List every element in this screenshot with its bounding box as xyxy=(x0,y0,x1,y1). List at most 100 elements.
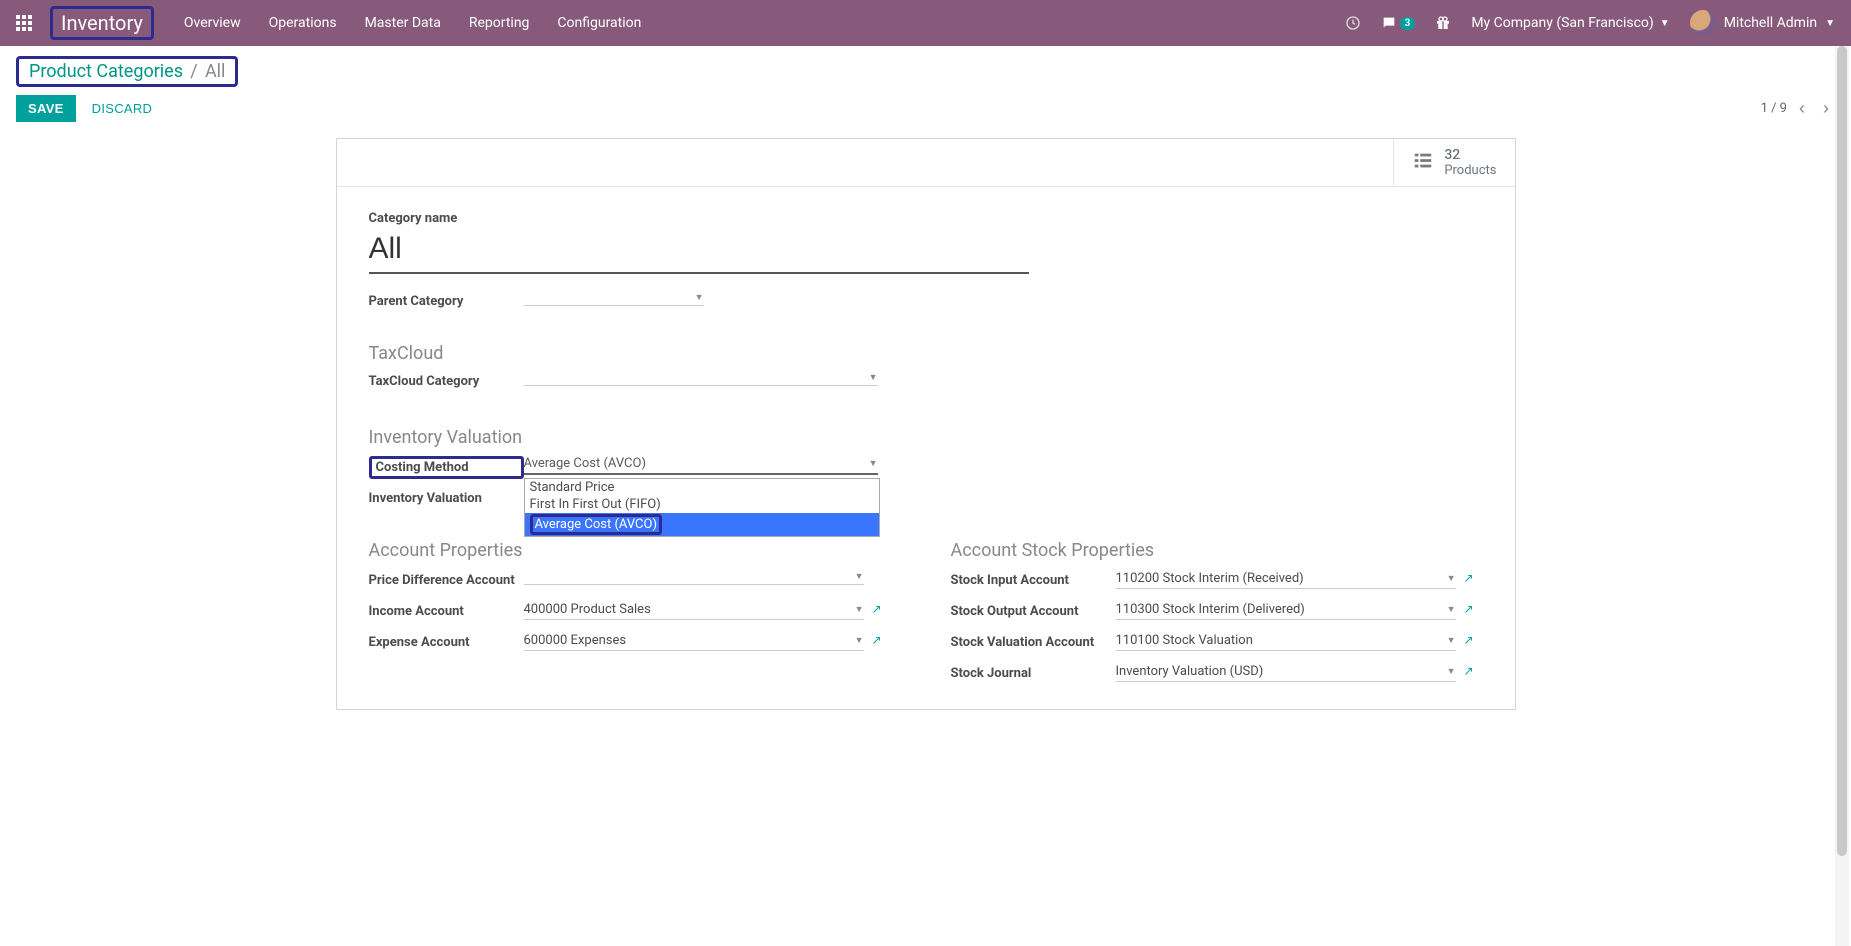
income-account-label: Income Account xyxy=(369,602,524,619)
stat-products-button[interactable]: 32 Products xyxy=(1393,139,1514,186)
breadcrumb-current: All xyxy=(205,61,226,82)
price-diff-select[interactable]: ▼ xyxy=(524,571,864,585)
expense-account-value: 600000 Expenses xyxy=(524,633,627,648)
scrollbar-thumb[interactable] xyxy=(1837,46,1847,856)
caret-down-icon: ▼ xyxy=(855,604,864,615)
save-button[interactable]: Save xyxy=(16,95,76,122)
chat-icon[interactable]: 3 xyxy=(1381,15,1416,31)
external-link-icon[interactable]: ↗ xyxy=(1464,602,1474,616)
inventory-valuation-heading: Inventory Valuation xyxy=(369,427,1483,448)
company-name: My Company (San Francisco) xyxy=(1471,15,1653,31)
pager-prev-button[interactable]: ‹ xyxy=(1793,96,1811,121)
caret-down-icon: ▼ xyxy=(695,292,704,303)
caret-down-icon: ▼ xyxy=(855,571,864,582)
nav-masterdata[interactable]: Master Data xyxy=(365,15,441,31)
costing-method-value: Average Cost (AVCO) xyxy=(524,456,646,471)
external-link-icon[interactable]: ↗ xyxy=(872,633,882,647)
caret-down-icon: ▼ xyxy=(855,635,864,646)
stock-input-label: Stock Input Account xyxy=(951,571,1116,588)
costing-method-label: Costing Method xyxy=(376,460,469,475)
nav-right: 3 My Company (San Francisco) ▼ Mitchell … xyxy=(1345,10,1835,36)
user-name: Mitchell Admin xyxy=(1724,15,1817,31)
external-link-icon[interactable]: ↗ xyxy=(1464,571,1474,585)
breadcrumb-parent[interactable]: Product Categories xyxy=(29,61,183,82)
stock-valuation-select[interactable]: 110100 Stock Valuation ▼ xyxy=(1116,633,1456,651)
external-link-icon[interactable]: ↗ xyxy=(1464,664,1474,678)
stock-input-select[interactable]: 110200 Stock Interim (Received) ▼ xyxy=(1116,571,1456,589)
pager: 1 / 9 ‹ › xyxy=(1761,96,1835,121)
account-properties-heading: Account Properties xyxy=(369,540,901,561)
stock-journal-value: Inventory Valuation (USD) xyxy=(1116,664,1264,679)
parent-category-label: Parent Category xyxy=(369,292,524,309)
discard-button[interactable]: Discard xyxy=(80,95,165,122)
caret-down-icon: ▼ xyxy=(1825,18,1835,29)
stat-bar: 32 Products xyxy=(337,139,1515,187)
taxcloud-heading: TaxCloud xyxy=(369,343,1483,364)
account-stock-properties-col: Account Stock Properties Stock Input Acc… xyxy=(951,540,1483,685)
caret-down-icon: ▼ xyxy=(869,458,878,469)
taxcloud-category-select[interactable]: ▼ xyxy=(524,372,878,386)
nav-reporting[interactable]: Reporting xyxy=(469,15,530,31)
stock-output-select[interactable]: 110300 Stock Interim (Delivered) ▼ xyxy=(1116,602,1456,620)
costing-method-select[interactable]: Average Cost (AVCO) ▼ Standard Price Fir… xyxy=(524,456,878,475)
costing-option-avco-highlight: Average Cost (AVCO) xyxy=(530,514,662,535)
inventory-valuation-label: Inventory Valuation xyxy=(369,489,524,506)
stock-journal-select[interactable]: Inventory Valuation (USD) ▼ xyxy=(1116,664,1456,682)
costing-option-avco[interactable]: Average Cost (AVCO) xyxy=(525,513,879,536)
app-brand-highlight: Inventory xyxy=(50,6,154,40)
avatar xyxy=(1690,10,1716,36)
nav-items: Overview Operations Master Data Reportin… xyxy=(184,15,642,31)
user-menu[interactable]: Mitchell Admin ▼ xyxy=(1690,10,1835,36)
category-name-input[interactable] xyxy=(369,230,1029,274)
action-row: Save Discard 1 / 9 ‹ › xyxy=(16,95,1835,122)
parent-category-select[interactable]: ▼ xyxy=(524,292,704,306)
pager-position[interactable]: 1 / 9 xyxy=(1761,101,1787,116)
caret-down-icon: ▼ xyxy=(1660,18,1670,29)
price-diff-label: Price Difference Account xyxy=(369,571,524,588)
apps-icon[interactable] xyxy=(16,15,32,31)
stock-output-label: Stock Output Account xyxy=(951,602,1116,619)
caret-down-icon: ▼ xyxy=(1447,573,1456,584)
breadcrumb-highlight: Product Categories / All xyxy=(16,56,238,87)
nav-overview[interactable]: Overview xyxy=(184,15,241,31)
stock-valuation-value: 110100 Stock Valuation xyxy=(1116,633,1253,648)
expense-account-label: Expense Account xyxy=(369,633,524,650)
stock-journal-label: Stock Journal xyxy=(951,664,1116,681)
top-navbar: Inventory Overview Operations Master Dat… xyxy=(0,0,1851,46)
pager-next-button[interactable]: › xyxy=(1817,96,1835,121)
stock-valuation-label: Stock Valuation Account xyxy=(951,633,1116,650)
income-account-select[interactable]: 400000 Product Sales ▼ xyxy=(524,602,864,620)
account-stock-properties-heading: Account Stock Properties xyxy=(951,540,1483,561)
caret-down-icon: ▼ xyxy=(869,372,878,383)
external-link-icon[interactable]: ↗ xyxy=(872,602,882,616)
stock-output-value: 110300 Stock Interim (Delivered) xyxy=(1116,602,1305,617)
form-sheet: 32 Products Category name Parent Categor… xyxy=(336,138,1516,710)
caret-down-icon: ▼ xyxy=(1447,635,1456,646)
stock-input-value: 110200 Stock Interim (Received) xyxy=(1116,571,1304,586)
list-icon xyxy=(1412,150,1434,176)
costing-option-standard[interactable]: Standard Price xyxy=(525,479,879,496)
company-switcher[interactable]: My Company (San Francisco) ▼ xyxy=(1471,15,1669,31)
costing-method-label-highlight: Costing Method xyxy=(369,456,524,479)
income-account-value: 400000 Product Sales xyxy=(524,602,651,617)
costing-option-fifo[interactable]: First In First Out (FIFO) xyxy=(525,496,879,513)
caret-down-icon: ▼ xyxy=(1447,666,1456,677)
account-properties-col: Account Properties Price Difference Acco… xyxy=(369,540,901,685)
expense-account-select[interactable]: 600000 Expenses ▼ xyxy=(524,633,864,651)
stat-count: 32 xyxy=(1444,147,1496,163)
nav-operations[interactable]: Operations xyxy=(269,15,337,31)
chat-badge: 3 xyxy=(1400,17,1416,30)
nav-configuration[interactable]: Configuration xyxy=(557,15,641,31)
category-name-label: Category name xyxy=(369,211,1483,226)
clock-icon[interactable] xyxy=(1345,15,1361,31)
stat-label: Products xyxy=(1444,163,1496,178)
breadcrumb-sep: / xyxy=(190,61,197,82)
control-bar: Product Categories / All Save Discard 1 … xyxy=(0,46,1851,128)
app-brand[interactable]: Inventory xyxy=(61,11,143,35)
external-link-icon[interactable]: ↗ xyxy=(1464,633,1474,647)
costing-method-dropdown: Standard Price First In First Out (FIFO)… xyxy=(524,478,880,537)
gift-icon[interactable] xyxy=(1435,15,1451,31)
taxcloud-category-label: TaxCloud Category xyxy=(369,372,524,389)
vertical-scrollbar[interactable] xyxy=(1835,46,1849,946)
caret-down-icon: ▼ xyxy=(1447,604,1456,615)
